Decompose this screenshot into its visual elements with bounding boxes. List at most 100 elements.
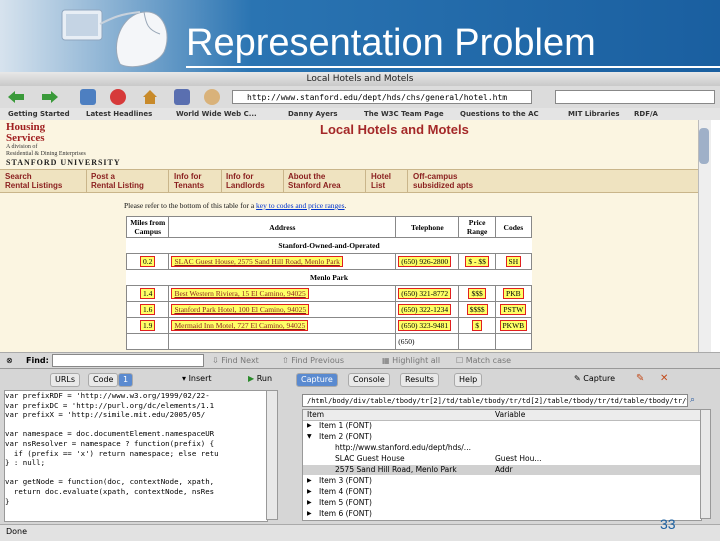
col-price-range: Price Range — [458, 216, 496, 238]
reload-icon[interactable] — [80, 89, 96, 105]
run-button[interactable]: ▶ Run — [248, 374, 272, 383]
bookmark-item[interactable]: World Wide Web C... — [176, 108, 257, 120]
bookmark-item[interactable]: Danny Ayers — [288, 108, 338, 120]
status-bar: Done — [0, 524, 720, 541]
list-item[interactable]: ▶ Item 5 (FONT) — [303, 498, 701, 508]
back-icon[interactable] — [6, 89, 24, 105]
phone-cell: (650) 322-1234 — [398, 304, 452, 315]
col-address: Address — [168, 216, 397, 238]
nav-about-stanford-area[interactable]: About the Stanford Area — [288, 172, 341, 190]
list-item-selected[interactable]: 2575 Sand Hill Road, Menlo Park Addr — [303, 465, 701, 475]
page-heading: Local Hotels and Motels — [320, 122, 469, 137]
miles-cell: 1.4 — [140, 288, 156, 299]
col-telephone: Telephone — [395, 216, 460, 238]
nav-hotel-list[interactable]: Hotel List — [371, 172, 391, 190]
phone-cell: (650) — [395, 333, 460, 350]
find-next-button[interactable]: ⇩ Find Next — [212, 353, 259, 369]
nav-info-tenants[interactable]: Info for Tenants — [174, 172, 204, 190]
housing-services-logo: Housing Services A division of Residenti… — [6, 122, 146, 168]
codes-cell: PKB — [503, 288, 524, 299]
match-case-checkbox[interactable]: ☐ Match case — [456, 353, 511, 369]
col-miles: Miles from Campus — [125, 216, 170, 238]
url-input[interactable]: http://www.stanford.edu/dept/hds/chs/gen… — [232, 90, 532, 104]
section-title: Stanford-Owned-and-Operated — [126, 237, 532, 254]
logo-university: STANFORD UNIVERSITY — [6, 158, 121, 167]
section-row: Stanford-Owned-and-Operated — [126, 237, 532, 254]
tab-code-number[interactable]: 1 — [118, 373, 134, 387]
tab-console[interactable]: Console — [348, 373, 390, 387]
phone-cell: (650) 323-9481 — [398, 320, 452, 331]
bookmark-item[interactable]: RDF/A — [634, 108, 658, 120]
table-notice: Please refer to the bottom of this table… — [124, 201, 346, 210]
hotel-link[interactable]: Mermaid Inn Motel, 727 El Camino, 94025 — [171, 320, 309, 331]
tab-capture[interactable]: Capture — [296, 373, 338, 387]
tree-scrollbar[interactable] — [700, 409, 711, 519]
phone-cell: (650) 926-2800 — [398, 256, 452, 267]
code-scrollbar[interactable] — [266, 390, 278, 520]
cross-icon[interactable]: ✕ — [660, 373, 668, 384]
miles-cell: 0.2 — [140, 256, 156, 267]
bookmark-item[interactable]: The W3C Team Page — [364, 108, 444, 120]
bookmark-item[interactable]: Getting Started — [8, 108, 70, 120]
find-label: Find: — [26, 356, 49, 365]
nav-offcampus-subsidized[interactable]: Off-campus subsidized apts — [413, 172, 473, 190]
tab-urls[interactable]: URLs — [50, 373, 81, 387]
col-variable: Variable — [495, 410, 526, 419]
list-item[interactable]: ▶ Item 4 (FONT) — [303, 487, 701, 497]
codes-cell: PKWB — [499, 320, 528, 331]
list-item[interactable]: ▶ Item 6 (FONT) — [303, 509, 701, 519]
home-icon[interactable] — [142, 89, 158, 105]
slide-number: 33 — [660, 516, 676, 532]
table-row: 1.6 Stanford Park Hotel, 100 El Camino, … — [125, 301, 533, 318]
hotel-link[interactable]: Stanford Park Hotel, 100 El Camino, 9402… — [171, 304, 310, 315]
table-row: 1.4 Best Western Riviera, 15 El Camino, … — [125, 285, 533, 302]
code-editor[interactable]: var prefixRDF = 'http://www.w3.org/1999/… — [4, 390, 268, 522]
list-item[interactable]: http://www.stanford.edu/dept/hds/... — [303, 443, 701, 453]
nav-post-rental-listing[interactable]: Post a Rental Listing — [91, 172, 144, 190]
list-item[interactable]: ▶ Item 3 (FONT) — [303, 476, 701, 486]
xpath-input[interactable]: /html/body/div/table/tbody/tr[2]/td/tabl… — [302, 394, 688, 407]
phone-cell: (650) 321-8772 — [398, 288, 452, 299]
bookmark-item[interactable]: Questions to the AC — [460, 108, 539, 120]
key-to-codes-link[interactable]: key to codes and price ranges — [256, 201, 345, 210]
nav-search-rental-listings[interactable]: Search Rental Listings — [5, 172, 62, 190]
capture-button[interactable]: ✎ Capture — [574, 374, 615, 383]
section-row: Menlo Park — [126, 269, 532, 286]
pencil-icon[interactable]: ✎ — [636, 373, 644, 384]
forward-icon[interactable] — [40, 89, 58, 105]
site-navbar: Search Rental Listings Post a Rental Listi… — [0, 169, 698, 193]
notice-text: Please refer to the bottom of this table… — [124, 201, 257, 210]
highlight-all-button[interactable]: ▦ Highlight all — [382, 353, 440, 369]
list-item[interactable]: SLAC Guest House Guest Hou... — [303, 454, 701, 464]
insert-button[interactable]: ▾ Insert — [182, 374, 212, 383]
tab-help[interactable]: Help — [454, 373, 483, 387]
hotel-link[interactable]: SLAC Guest House, 2575 Sand Hill Road, M… — [171, 256, 343, 267]
extension-icon[interactable] — [204, 89, 220, 105]
bookmark-item[interactable]: Latest Headlines — [86, 108, 152, 120]
hotel-link[interactable]: Best Western Riviera, 15 El Camino, 9402… — [171, 288, 309, 299]
bookmark-icon[interactable] — [174, 89, 190, 105]
slide-title: Representation Problem — [186, 22, 596, 64]
bookmark-item[interactable]: MIT Libraries — [568, 108, 620, 120]
computer-mouse-illustration — [61, 9, 168, 68]
list-item[interactable]: ▼ Item 2 (FONT) — [303, 432, 701, 442]
price-cell: $$$$ — [466, 304, 488, 315]
notice-period: . — [344, 201, 347, 210]
tab-code[interactable]: Code — [88, 373, 119, 387]
logo-division: A division of Residential & Dining Enter… — [6, 144, 86, 157]
miles-cell: 1.6 — [140, 304, 156, 315]
table-row: (650) — [125, 333, 533, 350]
nav-info-landlords[interactable]: Info for Landlords — [226, 172, 265, 190]
search-input[interactable] — [555, 90, 715, 104]
close-find-icon[interactable]: ⊗ — [6, 353, 13, 369]
capture-tree: Item Variable ▶ Item 1 (FONT) ▼ Item 2 (FO… — [302, 409, 702, 521]
window-title: Local Hotels and Motels — [0, 72, 720, 86]
scrollbar-thumb[interactable] — [699, 128, 709, 164]
find-input[interactable] — [52, 354, 204, 367]
search-icon[interactable]: ⌕ — [690, 395, 695, 405]
list-item[interactable]: ▶ Item 1 (FONT) — [303, 421, 701, 431]
find-previous-button[interactable]: ⇧ Find Previous — [282, 353, 344, 369]
tab-results[interactable]: Results — [400, 373, 439, 387]
col-codes: Codes — [494, 216, 533, 238]
stop-icon[interactable] — [110, 89, 126, 105]
